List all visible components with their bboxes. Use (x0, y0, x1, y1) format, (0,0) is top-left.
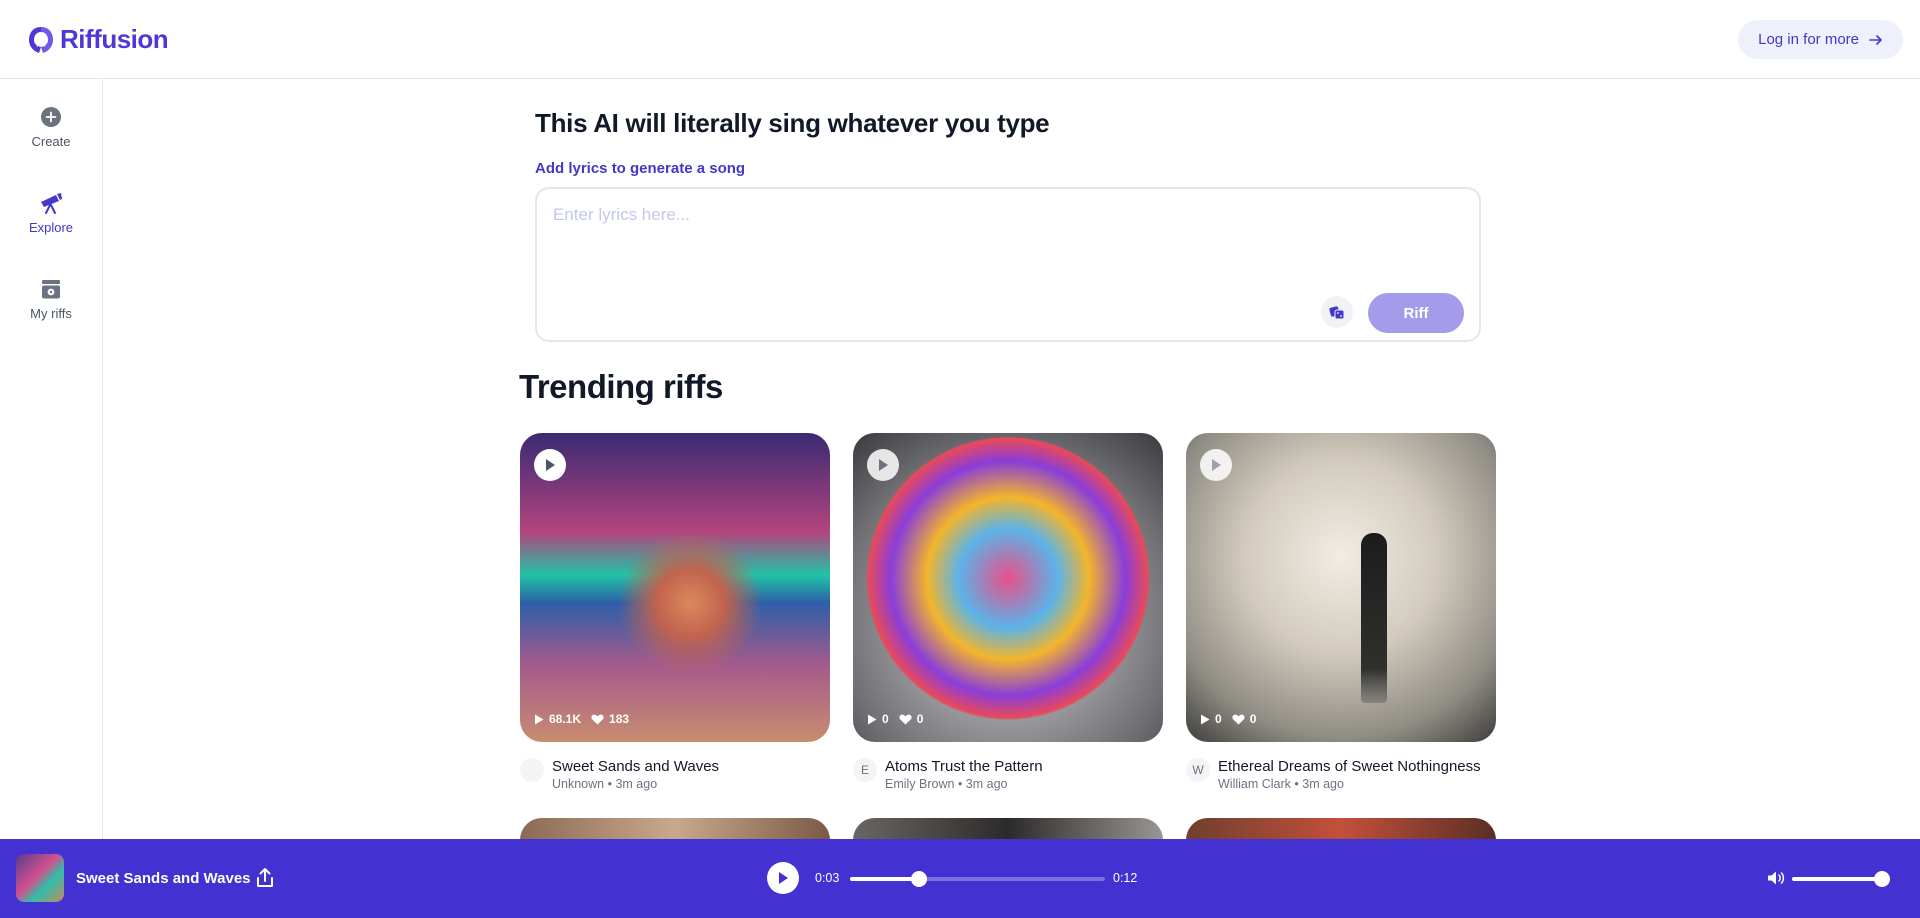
dice-icon (1329, 306, 1345, 320)
riff-stats: 68.1K 183 (534, 712, 629, 726)
riff-artwork[interactable]: 0 0 (853, 433, 1163, 742)
riff-meta: E Atoms Trust the Pattern Emily Brown • … (853, 758, 1163, 791)
play-icon (879, 459, 888, 471)
telescope-icon (39, 191, 63, 215)
riff-stats: 0 0 (867, 712, 923, 726)
trending-title: Trending riffs (519, 368, 723, 405)
login-button[interactable]: Log in for more (1738, 20, 1903, 59)
riff-card-partial[interactable] (853, 818, 1163, 840)
logo-icon (29, 26, 53, 53)
volume-fill (1792, 877, 1882, 881)
random-lyrics-button[interactable] (1321, 296, 1353, 328)
riff-card-partial[interactable] (520, 818, 830, 840)
sidebar-item-explore[interactable]: Explore (0, 191, 102, 235)
heart-icon (591, 714, 604, 724)
play-count: 0 (882, 712, 889, 726)
lyrics-composer: Riff (535, 187, 1481, 342)
duration: 0:12 (1113, 871, 1138, 885)
riff-title[interactable]: Ethereal Dreams of Sweet Nothingness (1218, 758, 1481, 775)
volume-handle[interactable] (1874, 871, 1890, 887)
like-count: 0 (1249, 712, 1257, 726)
player-play-button[interactable] (767, 862, 799, 894)
riff-stats: 0 0 (1200, 712, 1256, 726)
sidebar-item-label: Explore (28, 220, 74, 235)
riff-age: 3m ago (615, 777, 658, 791)
player-bar: Sweet Sands and Waves 0:03 0:12 (0, 839, 1920, 918)
play-icon (546, 459, 555, 471)
progress-slider[interactable] (850, 871, 1105, 887)
avatar: W (1186, 758, 1210, 782)
progress-handle[interactable] (910, 871, 927, 887)
play-count-icon (535, 714, 544, 724)
plus-circle-icon (39, 105, 63, 129)
play-button[interactable] (534, 449, 566, 481)
play-icon (1212, 459, 1221, 471)
riff-title[interactable]: Sweet Sands and Waves (552, 758, 719, 775)
arrow-right-icon (1869, 34, 1882, 45)
riff-age: 3m ago (1302, 777, 1344, 791)
riff-author: Unknown (552, 777, 605, 791)
play-count: 68.1K (549, 712, 582, 726)
like-count: 0 (916, 712, 924, 726)
riff-meta: Sweet Sands and Waves Unknown • 3m ago (520, 758, 830, 791)
current-time: 0:03 (815, 871, 840, 885)
heart-icon (1232, 714, 1245, 724)
riff-artwork[interactable]: 68.1K 183 (520, 433, 830, 742)
top-header: Riffusion Log in for more (0, 0, 1920, 79)
riff-card-partial[interactable] (1186, 818, 1496, 840)
progress-fill (850, 877, 919, 881)
silhouette-figure (1361, 533, 1387, 703)
riff-meta: W Ethereal Dreams of Sweet Nothingness W… (1186, 758, 1496, 791)
riffusion-logo[interactable]: Riffusion (28, 24, 169, 55)
share-icon[interactable] (254, 867, 276, 889)
riff-artwork[interactable]: 0 0 (1186, 433, 1496, 742)
sidebar-item-my-riffs[interactable]: My riffs (0, 277, 102, 321)
riff-button[interactable]: Riff (1368, 293, 1464, 333)
login-label: Log in for more (1758, 31, 1859, 48)
play-count-icon (1201, 714, 1210, 724)
sidebar-item-create[interactable]: Create (0, 105, 102, 149)
play-button[interactable] (1200, 449, 1232, 481)
sidebar-item-label: My riffs (30, 306, 72, 321)
now-playing-title[interactable]: Sweet Sands and Waves (76, 870, 251, 887)
play-button[interactable] (867, 449, 899, 481)
riff-card[interactable]: 0 0 E Atoms Trust the Pattern Emily Brow… (853, 433, 1163, 791)
riff-author: Emily Brown (885, 777, 955, 791)
heart-icon (899, 714, 912, 724)
riff-author: William Clark (1218, 777, 1291, 791)
volume-icon[interactable] (1767, 870, 1785, 886)
riff-age: 3m ago (965, 777, 1008, 791)
lyrics-input[interactable] (553, 205, 1453, 265)
riff-card[interactable]: 68.1K 183 Sweet Sands and Waves Unknown … (520, 433, 830, 791)
avatar: E (853, 758, 877, 782)
archive-icon (39, 277, 63, 301)
riff-card[interactable]: 0 0 W Ethereal Dreams of Sweet Nothingne… (1186, 433, 1496, 791)
avatar (520, 758, 544, 782)
page-headline: This AI will literally sing whatever you… (535, 108, 1050, 138)
play-icon (779, 872, 788, 884)
play-count: 0 (1215, 712, 1222, 726)
volume-slider[interactable] (1792, 871, 1890, 887)
lyrics-label: Add lyrics to generate a song (535, 160, 746, 177)
app-name: Riffusion (60, 24, 169, 54)
sidebar-item-label: Create (31, 134, 71, 149)
like-count: 183 (609, 712, 630, 726)
play-count-icon (868, 714, 877, 724)
now-playing-artwork[interactable] (16, 854, 64, 902)
sidebar: Create Explore My riffs (0, 79, 103, 839)
riff-title[interactable]: Atoms Trust the Pattern (885, 758, 1043, 775)
